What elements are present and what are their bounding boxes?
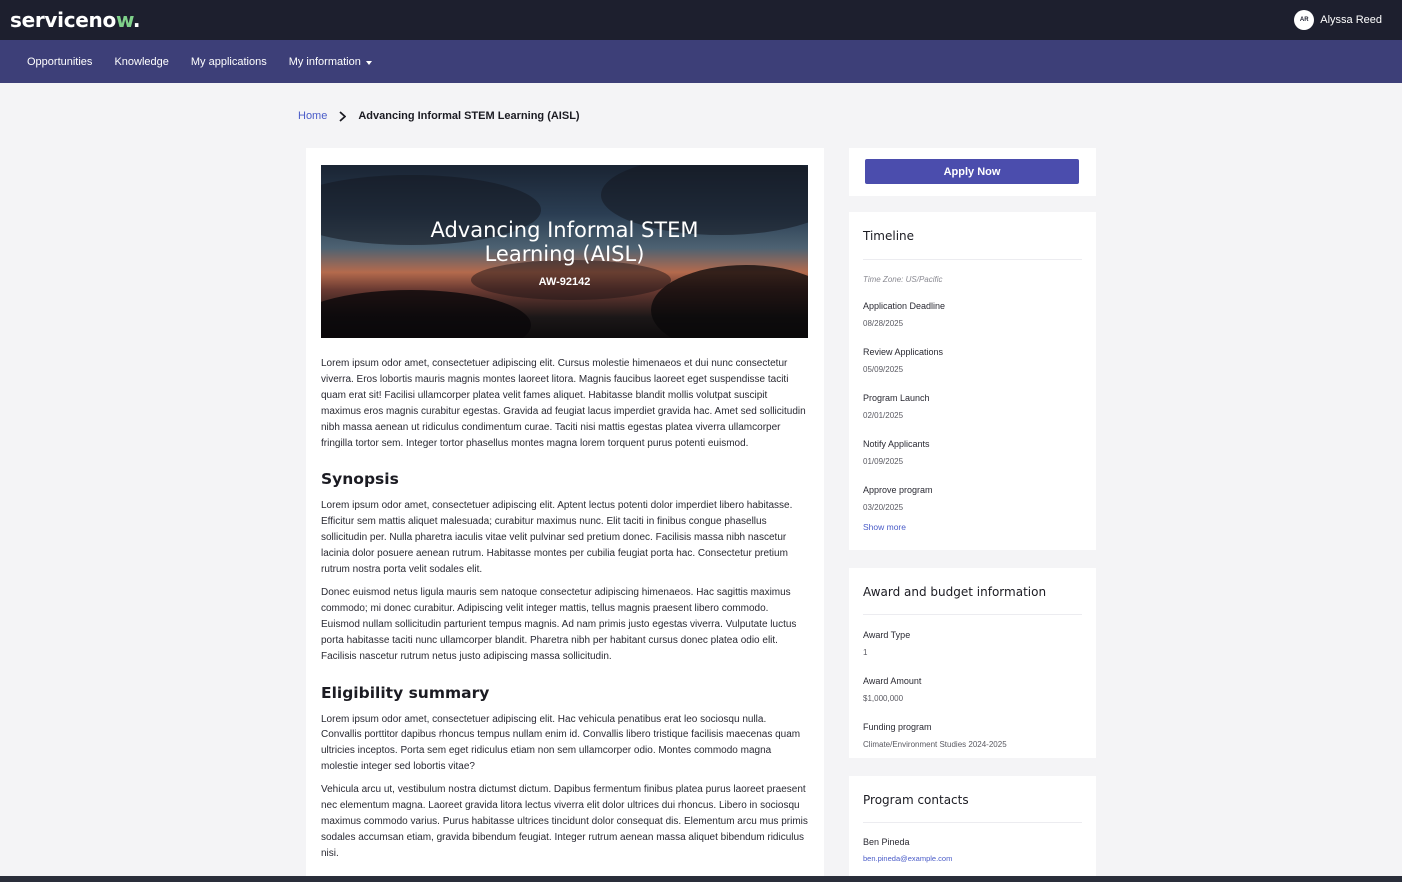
timeline-item-date: 01/09/2025 bbox=[863, 457, 904, 466]
timeline-item-label: Approve program bbox=[863, 485, 933, 495]
nav-my-applications-label: My applications bbox=[190, 55, 267, 68]
caret-down-icon bbox=[365, 60, 372, 65]
top-bar: servicenow. AR Alyssa Reed bbox=[0, 0, 1402, 40]
breadcrumb-current: Advancing Informal STEM Learning (AISL) bbox=[358, 110, 580, 122]
hero-title: Advancing Informal STEM Learning (AISL) bbox=[321, 218, 808, 266]
timeline-item-label: Review Applications bbox=[863, 347, 944, 357]
synopsis-heading: Synopsis bbox=[321, 470, 399, 489]
servicenow-logo[interactable]: servicenow. bbox=[10, 8, 140, 32]
award-card: Award and budget information Award Type … bbox=[849, 568, 1096, 758]
divider bbox=[863, 259, 1082, 260]
opportunity-detail-card: Advancing Informal STEM Learning (AISL) … bbox=[306, 148, 824, 882]
eligibility-heading: Eligibility summary bbox=[321, 683, 490, 702]
nav-knowledge-label: Knowledge bbox=[114, 55, 169, 68]
main-nav: Opportunities Knowledge My applications … bbox=[0, 40, 1402, 83]
divider bbox=[863, 822, 1082, 823]
award-amount-value: $1,000,000 bbox=[863, 694, 904, 703]
hero-title-line1: Advancing Informal STEM bbox=[430, 218, 699, 242]
eligibility-paragraph: Vehicula arcu ut, vestibulum nostra dict… bbox=[321, 784, 808, 859]
synopsis-paragraph: Lorem ipsum odor amet, consectetuer adip… bbox=[321, 500, 793, 576]
funding-program-label: Funding program bbox=[863, 722, 932, 732]
contact-email-link[interactable]: ben.pineda@example.com bbox=[863, 854, 952, 863]
breadcrumb-home-link[interactable]: Home bbox=[298, 110, 327, 122]
divider bbox=[863, 614, 1082, 615]
contacts-title: Program contacts bbox=[863, 793, 969, 807]
timeline-item-date: 02/01/2025 bbox=[863, 411, 904, 420]
timeline-item-label: Application Deadline bbox=[863, 301, 946, 311]
nav-opportunities[interactable]: Opportunities bbox=[27, 56, 92, 68]
timeline-item-label: Notify Applicants bbox=[863, 439, 930, 449]
award-title: Award and budget information bbox=[863, 585, 1047, 599]
show-more-link[interactable]: Show more bbox=[863, 522, 906, 532]
hero-title-line2: Learning (AISL) bbox=[484, 242, 645, 266]
timeline-item-date: 05/09/2025 bbox=[863, 365, 904, 374]
chevron-right-icon bbox=[339, 110, 347, 122]
eligibility-paragraph: Lorem ipsum odor amet, consectetuer adip… bbox=[321, 713, 801, 773]
apply-card: Apply Now bbox=[849, 148, 1096, 196]
nav-my-information[interactable]: My information bbox=[289, 56, 372, 68]
nav-opportunities-label: Opportunities bbox=[27, 55, 93, 68]
timeline-title: Timeline bbox=[863, 229, 915, 243]
apply-now-button[interactable]: Apply Now bbox=[865, 159, 1079, 184]
breadcrumb: Home Advancing Informal STEM Learning (A… bbox=[298, 110, 580, 122]
nav-my-information-label: My information bbox=[288, 55, 361, 68]
award-type-value: 1 bbox=[863, 648, 868, 657]
timeline-item-date: 03/20/2025 bbox=[863, 503, 904, 512]
bottom-strip bbox=[0, 876, 1402, 882]
synopsis-paragraph: Donec euismod netus ligula mauris sem na… bbox=[321, 586, 797, 662]
user-name[interactable]: Alyssa Reed bbox=[1320, 14, 1382, 26]
contact-name: Ben Pineda bbox=[863, 837, 910, 847]
description: Lorem ipsum odor amet, consectetuer adip… bbox=[321, 356, 808, 869]
nav-my-applications[interactable]: My applications bbox=[191, 56, 267, 68]
timeline-card: Timeline Time Zone: US/Pacific Applicati… bbox=[849, 212, 1096, 550]
opportunity-code: AW-92142 bbox=[538, 276, 591, 288]
timeline-item-label: Program Launch bbox=[863, 393, 930, 403]
avatar[interactable]: AR bbox=[1294, 10, 1315, 30]
intro-paragraph: Lorem ipsum odor amet, consectetuer adip… bbox=[321, 358, 806, 449]
hero-banner: Advancing Informal STEM Learning (AISL) … bbox=[321, 165, 808, 338]
nav-knowledge[interactable]: Knowledge bbox=[114, 56, 168, 68]
funding-program-value: Climate/Environment Studies 2024-2025 bbox=[863, 740, 1007, 749]
user-menu[interactable]: AR Alyssa Reed bbox=[1294, 10, 1382, 30]
award-amount-label: Award Amount bbox=[863, 676, 922, 686]
timeline-item-date: 08/28/2025 bbox=[863, 319, 904, 328]
contacts-card: Program contacts Ben Pineda ben.pineda@e… bbox=[849, 776, 1096, 876]
award-type-label: Award Type bbox=[863, 630, 911, 640]
timezone-note: Time Zone: US/Pacific bbox=[863, 275, 943, 284]
